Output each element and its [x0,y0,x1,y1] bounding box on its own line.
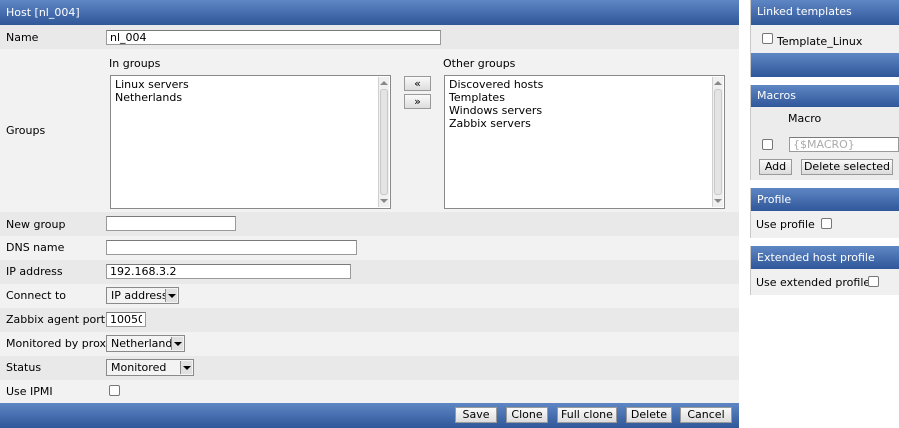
status-select[interactable]: Monitored [106,359,194,376]
in-groups-listbox[interactable]: Linux servers Netherlands [110,75,391,209]
ip-input[interactable] [106,264,351,279]
macro-input[interactable] [789,137,899,152]
name-label: Name [6,31,39,44]
add-macro-button[interactable]: Add [759,159,792,175]
other-groups-listbox[interactable]: Discovered hosts Templates Windows servers… [444,75,725,209]
proxy-select[interactable]: Netherlands [106,335,185,352]
in-groups-scrollbar[interactable] [378,77,389,207]
chevron-down-icon [171,337,183,350]
move-left-button[interactable]: « [404,76,431,91]
dns-row: DNS name [0,236,739,260]
new-group-input[interactable] [106,216,236,231]
in-group-item[interactable]: Linux servers [111,78,390,91]
ipmi-checkbox[interactable] [109,385,120,396]
in-group-item[interactable]: Netherlands [111,91,390,104]
new-group-row: New group [0,212,739,236]
other-group-item[interactable]: Templates [445,91,724,104]
extended-profile-panel: Extended host profile Use extended profi… [750,246,899,295]
linked-templates-footer [751,53,899,77]
delete-button[interactable]: Delete [626,407,672,423]
chevron-down-icon [180,361,192,374]
cancel-button[interactable]: Cancel [680,407,732,423]
use-extended-profile-label: Use extended profile [756,276,871,289]
groups-label: Groups [6,124,46,137]
use-profile-label: Use profile [756,218,815,231]
template-checkbox[interactable] [762,33,773,44]
full-clone-button[interactable]: Full clone [557,407,617,423]
clone-button[interactable]: Clone [506,407,548,423]
dns-label: DNS name [6,241,65,254]
chevron-down-icon [165,289,177,302]
connect-row: Connect to IP address [0,284,739,308]
ipmi-label: Use IPMI [6,385,53,398]
ipmi-row: Use IPMI [0,380,739,403]
other-group-item[interactable]: Zabbix servers [445,117,724,130]
profile-panel: Profile Use profile [750,188,899,238]
form-footer: Save Clone Full clone Delete Cancel [0,403,739,428]
status-row: Status Monitored [0,356,739,380]
port-label: Zabbix agent port [6,313,106,326]
connect-label: Connect to [6,289,67,302]
in-groups-label: In groups [109,57,161,70]
connect-select-value: IP address [111,289,168,302]
name-input[interactable] [106,30,441,45]
ip-label: IP address [6,265,63,278]
save-button[interactable]: Save [455,407,497,423]
other-group-item[interactable]: Discovered hosts [445,78,724,91]
name-row: Name [0,25,739,49]
other-groups-scrollbar[interactable] [712,77,723,207]
macros-panel: Macros Macro Add Delete selected [750,85,899,180]
extended-profile-header: Extended host profile [751,246,899,269]
port-input[interactable] [106,312,146,327]
use-profile-checkbox[interactable] [821,218,832,229]
delete-selected-button[interactable]: Delete selected [801,159,893,175]
linked-templates-header: Linked templates [751,0,899,25]
proxy-label: Monitored by proxy [6,337,113,350]
macro-column-header: Macro [788,112,822,125]
port-row: Zabbix agent port [0,308,739,332]
status-label: Status [6,361,42,374]
proxy-select-value: Netherlands [111,337,179,350]
other-groups-label: Other groups [443,57,516,70]
move-right-button[interactable]: » [404,94,431,109]
form-header: Host [nl_004] [0,0,739,25]
macros-header: Macros [751,85,899,107]
dns-input[interactable] [106,240,357,255]
template-name: Template_Linux [777,35,863,48]
ip-row: IP address [0,260,739,284]
linked-templates-panel: Linked templates Template_Linux [750,0,899,77]
proxy-row: Monitored by proxy Netherlands [0,332,739,356]
connect-select[interactable]: IP address [106,287,179,304]
profile-header: Profile [751,188,899,211]
groups-row: Groups In groups Linux servers Netherland… [0,49,739,212]
status-select-value: Monitored [111,361,167,374]
use-extended-profile-checkbox[interactable] [868,276,879,287]
macro-row-checkbox[interactable] [762,139,773,150]
other-group-item[interactable]: Windows servers [445,104,724,117]
new-group-label: New group [6,218,66,231]
